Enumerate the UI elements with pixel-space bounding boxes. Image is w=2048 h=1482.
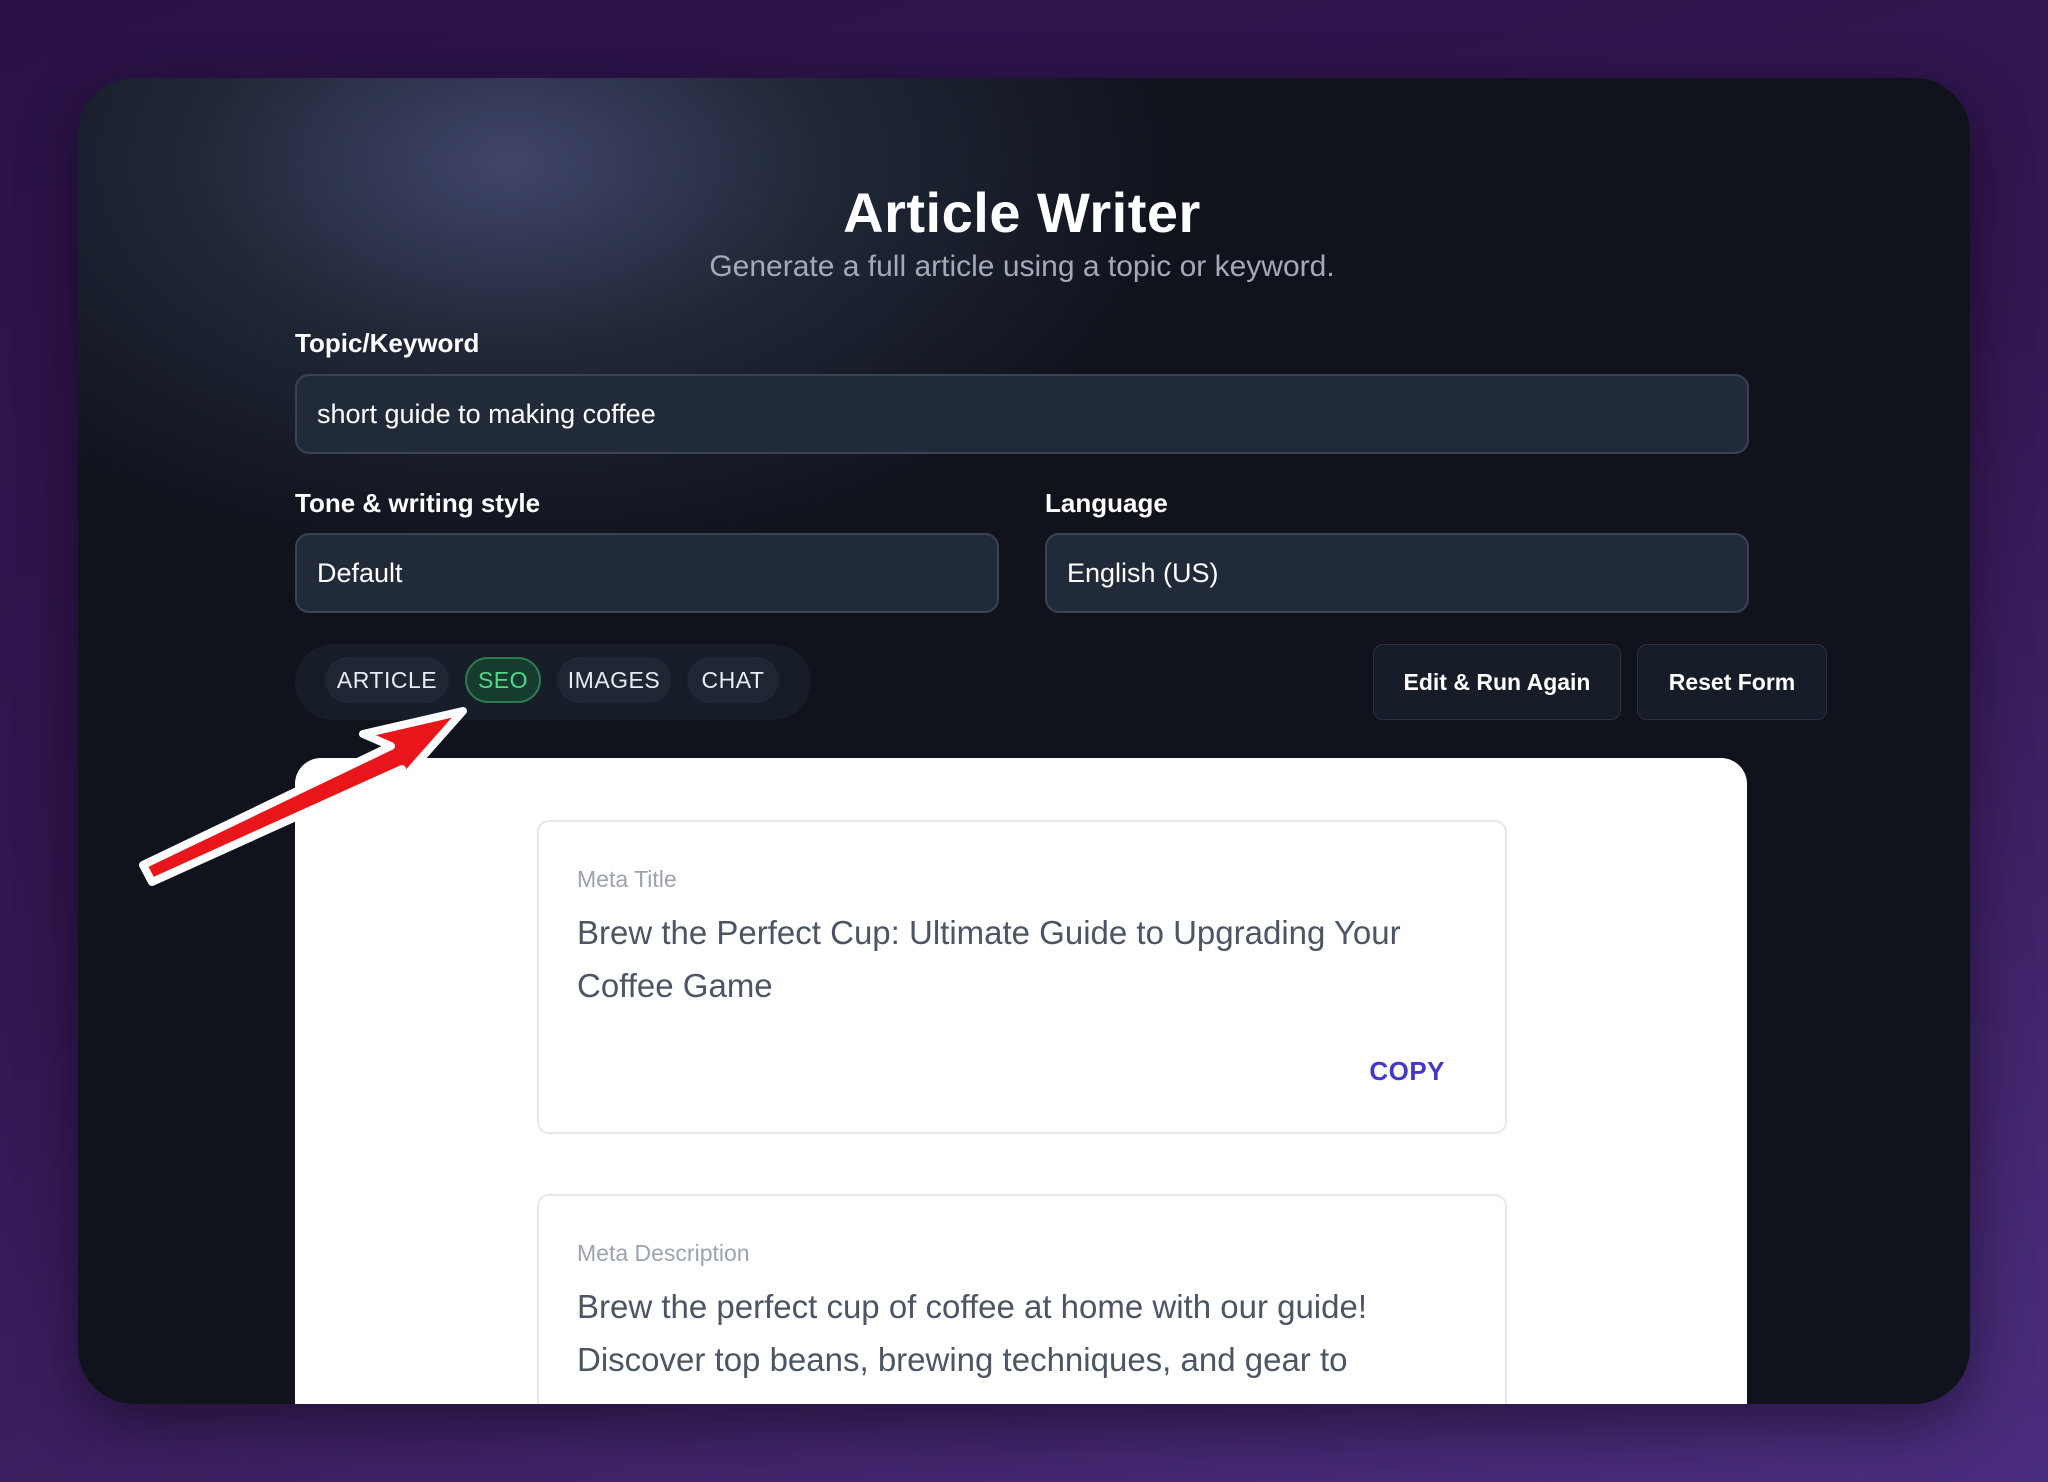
app-window: Article Writer Generate a full article u… (78, 78, 1970, 1404)
meta-title-text: Brew the Perfect Cup: Ultimate Guide to … (577, 914, 1401, 1004)
results-panel: Meta Title Brew the Perfect Cup: Ultimat… (295, 758, 1747, 1404)
reset-form-button[interactable]: Reset Form (1637, 644, 1827, 720)
meta-description-card: Meta Description Brew the perfect cup of… (537, 1194, 1507, 1404)
tone-label: Tone & writing style (295, 488, 541, 518)
meta-title-label: Meta Title (577, 866, 677, 892)
tab-chat[interactable]: CHAT (687, 657, 779, 703)
topic-input[interactable]: short guide to making coffee (295, 374, 1749, 454)
result-tabs: ARTICLE SEO IMAGES CHAT (295, 644, 811, 720)
tone-select[interactable]: Default (295, 533, 999, 613)
main-content: Article Writer Generate a full article u… (295, 78, 1827, 1404)
language-select[interactable]: English (US) (1045, 533, 1749, 613)
tab-seo[interactable]: SEO (465, 657, 541, 703)
copy-button[interactable]: COPY (1369, 1056, 1445, 1087)
meta-description-label: Meta Description (577, 1240, 750, 1266)
page-title: Article Writer (843, 181, 1201, 244)
tab-article[interactable]: ARTICLE (325, 657, 449, 703)
page-subtitle: Generate a full article using a topic or… (709, 250, 1335, 283)
meta-title-card: Meta Title Brew the Perfect Cup: Ultimat… (537, 820, 1507, 1134)
edit-run-again-button[interactable]: Edit & Run Again (1373, 644, 1621, 720)
topic-label: Topic/Keyword (295, 328, 480, 358)
meta-description-text: Brew the perfect cup of coffee at home w… (577, 1288, 1368, 1378)
tab-images[interactable]: IMAGES (557, 657, 671, 703)
language-label: Language (1045, 488, 1168, 518)
